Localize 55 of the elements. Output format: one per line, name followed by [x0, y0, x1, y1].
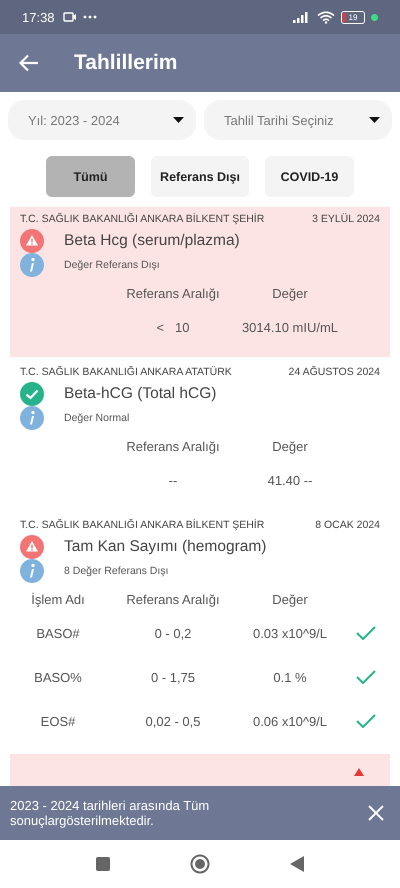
video-camera-icon: [62, 12, 77, 22]
dropdown-field[interactable]: Tahlil Tarihi Seçiniz: [204, 100, 392, 140]
dot-icon: [371, 14, 378, 20]
caret-icon: [173, 117, 184, 123]
hospital-name: T.C. SAĞLIK BAKANLIĞI ANKARA BİLKENT ŞEHİR: [20, 519, 264, 531]
table-cell-text: EOS#: [40, 714, 76, 728]
table-cell-text: 41.40 --: [266, 472, 314, 488]
hospital-name: T.C. SAĞLIK BAKANLIĞI ANKARA ATATÜRK: [20, 366, 232, 378]
table-cell-text: 0.1 %: [272, 670, 308, 684]
table-cell-text: --: [168, 472, 178, 488]
column-header: Değer: [271, 438, 309, 454]
test-date: 24 AĞUSTOS 2024: [288, 366, 380, 378]
test-title: Beta Hcg (serum/plazma): [64, 232, 240, 250]
info-icon[interactable]: [20, 559, 44, 583]
more-icon: [82, 15, 97, 19]
table-cell-text: 3014.10 mIU/mL: [240, 320, 340, 334]
dropdown-field[interactable]: Yıl: 2023 - 2024: [8, 100, 196, 140]
hospital-name: T.C. SAĞLIK BAKANLIĞI ANKARA BİLKENT ŞEHİR: [20, 213, 264, 225]
column-header: Referans Aralığı: [125, 438, 221, 454]
info-icon[interactable]: [20, 406, 44, 430]
table-cell-text: BASO%: [33, 670, 83, 684]
table-cell-text: 0 - 1,75: [150, 670, 196, 684]
test-date: 8 OCAK 2024: [315, 519, 380, 531]
table-cell-text: 0 - 0,2: [154, 626, 192, 640]
test-title: Beta-hCG (Total hCG): [64, 385, 216, 403]
table-cell-text: 0.03 x10^9/L: [252, 626, 328, 640]
column-header: Değer: [271, 286, 309, 300]
status-note: 8 Değer Referans Dışı: [64, 565, 168, 577]
wifi-icon: [317, 10, 335, 24]
snackbar-message: 2023 - 2024 tarihleri arasında Tüm sonuçlargösterilmektedir.: [10, 798, 210, 828]
column-header: Değer: [271, 592, 309, 606]
clock: 17:38: [22, 10, 55, 24]
info-icon[interactable]: [20, 253, 44, 277]
table-cell-text: BASO#: [35, 626, 81, 640]
table-cell-text: < 10: [156, 320, 190, 334]
caret-icon: [369, 117, 380, 123]
home-icon[interactable]: [190, 854, 210, 874]
check-circle-icon: [20, 382, 44, 406]
column-header: Referans Aralığı: [125, 592, 221, 606]
battery-indicator: 19: [341, 10, 365, 24]
column-header: Referans Aralığı: [125, 286, 221, 300]
column-header: İşlem Adı: [30, 592, 86, 606]
back-arrow-icon[interactable]: [19, 54, 39, 72]
filter-tab[interactable]: Referans Dışı: [151, 156, 249, 197]
status-note: Değer Normal: [64, 412, 130, 424]
close-icon[interactable]: [368, 805, 384, 821]
table-cell-text: 0.06 x10^9/L: [252, 714, 328, 728]
filter-tab[interactable]: COVID-19: [264, 156, 354, 197]
table-cell-text: 0,02 - 0,5: [144, 714, 202, 728]
test-date: 3 EYLÜL 2024: [312, 213, 380, 225]
status-note: Değer Referans Dışı: [64, 259, 160, 271]
test-title: Tam Kan Sayımı (hemogram): [64, 538, 266, 556]
back-icon[interactable]: [290, 856, 304, 872]
filter-tab[interactable]: Tümü: [46, 156, 136, 197]
page-title: Tahlillerim: [74, 51, 178, 75]
